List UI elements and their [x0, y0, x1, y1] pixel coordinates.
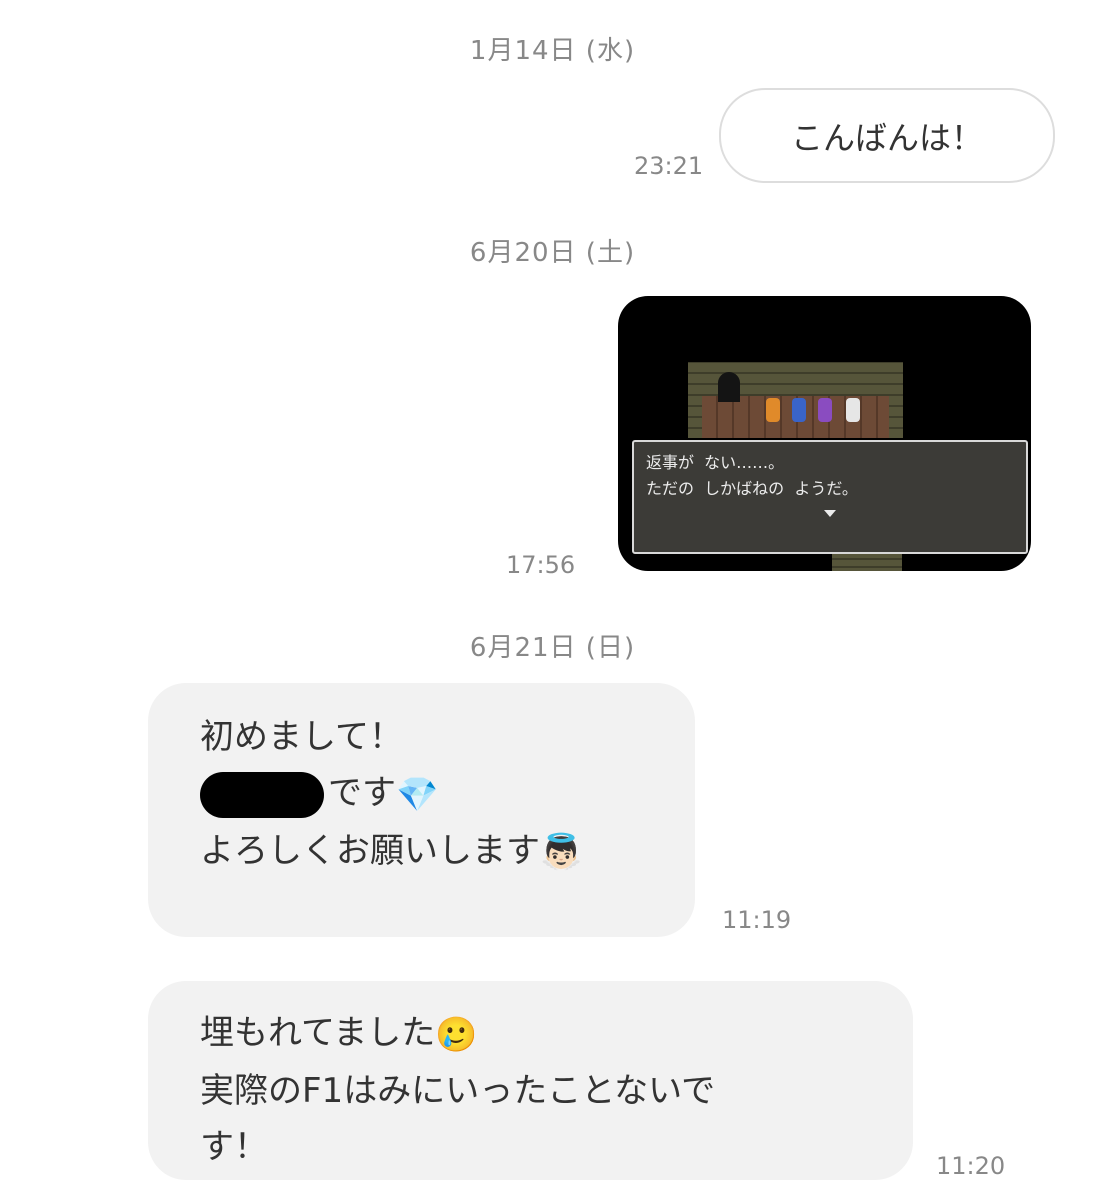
hero-sprite [766, 398, 780, 422]
date-separator: 6月21日 (日) [469, 633, 636, 663]
gem-emoji-icon: 💎 [396, 774, 439, 815]
dungeon-wall [832, 554, 902, 571]
message-time: 11:19 [722, 906, 792, 934]
skeleton-sprite [846, 398, 860, 422]
incoming-message-bubble[interactable]: 埋もれてました🥲 実際のF1はみにいったことないで す！ [148, 981, 913, 1180]
smiling-tear-emoji-icon: 🥲 [435, 1014, 478, 1055]
angel-baby-emoji-icon: 👼🏻 [540, 832, 583, 872]
dialog-line: ただの しかばねの ようだ。 [646, 479, 858, 498]
image-message[interactable]: 返事が ない……。 ただの しかばねの ようだ。 [618, 296, 1031, 571]
message-time: 23:21 [634, 152, 704, 180]
message-line: です💎 [200, 765, 695, 823]
doorway [718, 372, 740, 402]
message-text: よろしくお願いします [200, 830, 540, 871]
party-sprite [818, 398, 832, 422]
message-text: 埋もれてました [200, 1013, 436, 1053]
message-line: よろしくお願いします👼🏻 [200, 823, 695, 881]
message-text: こんばんは！ [790, 118, 983, 157]
message-text: です [328, 773, 396, 813]
message-line: す！ [200, 1126, 268, 1167]
party-sprite [792, 398, 806, 422]
message-line: 実際のF1はみにいったことないで [200, 1070, 716, 1111]
message-line: 初めまして！ [200, 717, 403, 757]
message-line: 埋もれてました🥲 [200, 1005, 913, 1063]
dialog-cursor-icon [824, 510, 836, 517]
outgoing-message-bubble[interactable]: こんばんは！ [719, 88, 1055, 183]
message-time: 17:56 [506, 551, 576, 579]
incoming-message-bubble[interactable]: 初めまして！ です💎 よろしくお願いします👼🏻 [148, 683, 695, 937]
date-separator: 1月14日 (水) [469, 36, 636, 66]
message-time: 11:20 [936, 1152, 1006, 1180]
game-dialog-box: 返事が ない……。 ただの しかばねの ようだ。 [632, 440, 1028, 554]
dialog-line: 返事が ない……。 [646, 453, 785, 472]
date-separator: 6月20日 (土) [469, 238, 636, 268]
redacted-name [200, 771, 324, 818]
